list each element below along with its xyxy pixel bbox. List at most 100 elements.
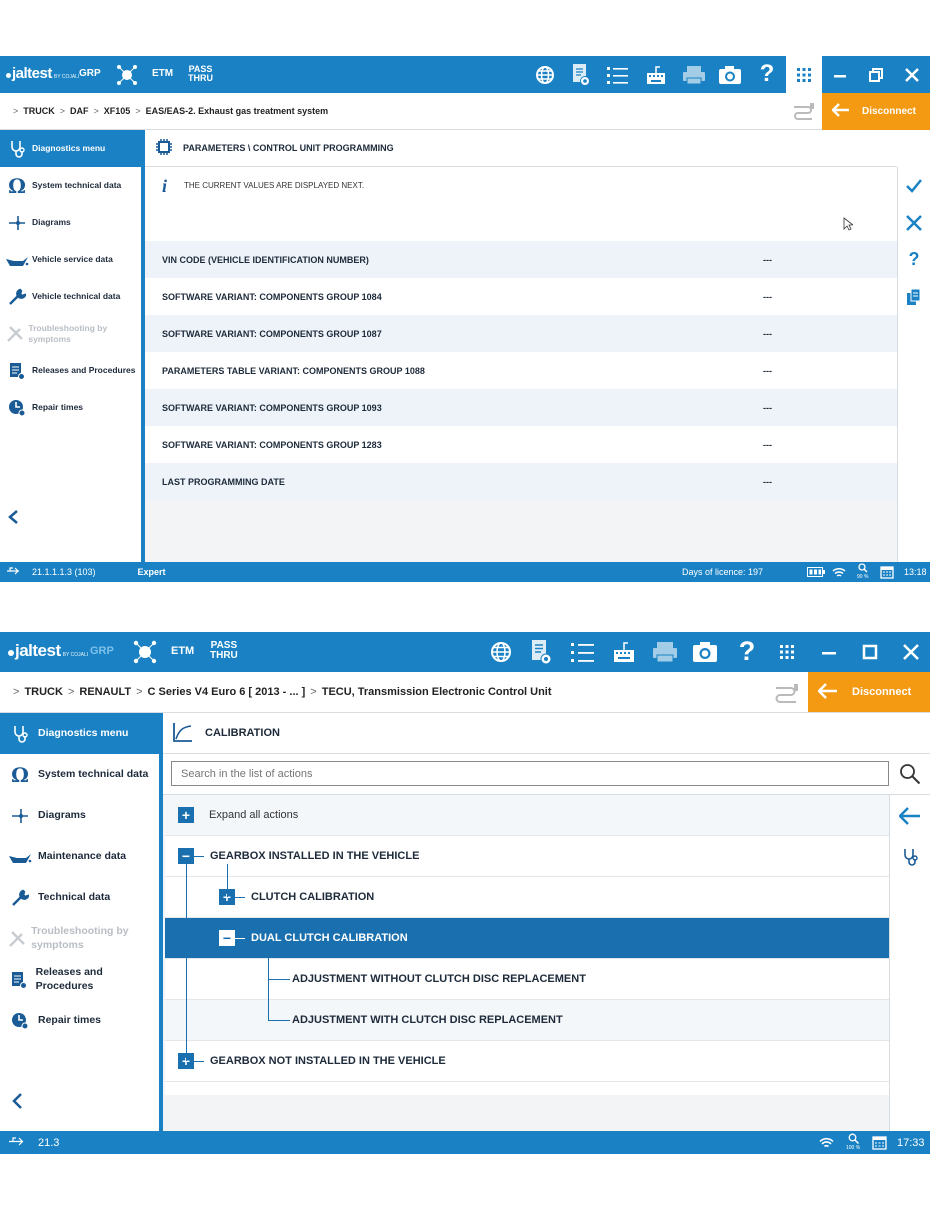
sidebar-item[interactable]: Maintenance data [0, 836, 159, 877]
expand-all-icon[interactable]: + [178, 807, 194, 823]
sidebar-item: Troubleshooting by symptoms [0, 315, 141, 352]
collapse-icon[interactable]: − [178, 848, 194, 864]
help-icon[interactable]: ? [898, 241, 930, 278]
jaltest-logo: jaltest BY COJALI [6, 65, 79, 82]
restore-icon[interactable] [858, 56, 894, 93]
sidebar-item[interactable]: Vehicle service data [0, 241, 141, 278]
camera-icon[interactable] [718, 64, 742, 86]
breadcrumb-item[interactable]: XF105 [104, 106, 131, 116]
tree-item-label: CLUTCH CALIBRATION [251, 891, 375, 903]
stethoscope-icon[interactable] [890, 836, 930, 877]
breadcrumb-item[interactable]: TRUCK [23, 106, 55, 116]
parameter-name: SOFTWARE VARIANT: COMPONENTS GROUP 1084 [162, 291, 382, 302]
sidebar-item[interactable]: Technical data [0, 877, 159, 918]
top-toolbar: jaltest BY COJALI GRP ETM PASS THRU ? [0, 56, 930, 93]
etm-button[interactable]: ETM [171, 646, 194, 657]
grp-button[interactable]: GRP [90, 646, 114, 657]
printer-icon[interactable] [651, 641, 679, 663]
calendar-icon[interactable] [872, 1135, 887, 1153]
document-view-icon[interactable] [570, 62, 592, 88]
globe-icon[interactable] [534, 64, 556, 86]
close-icon[interactable] [894, 56, 930, 93]
page-title: CALIBRATION [205, 727, 280, 739]
sidebar-item[interactable]: Repair times [0, 1000, 159, 1041]
breadcrumb-item[interactable]: C Series V4 Euro 6 [ 2013 - ... ] [148, 686, 306, 698]
apps-grid-icon[interactable] [767, 632, 808, 672]
calibration-curve-icon [173, 722, 193, 745]
minimize-icon[interactable] [808, 632, 849, 672]
sidebar-item-label: Maintenance data [38, 849, 127, 862]
pass-thru-button[interactable]: PASS THRU [188, 65, 213, 83]
parameter-row: SOFTWARE VARIANT: COMPONENTS GROUP 1093 -… [145, 389, 897, 426]
calendar-icon[interactable] [880, 565, 894, 581]
sidebar-item[interactable]: Releases and Procedures [0, 352, 141, 389]
actions-tree: + Expand all actions − GEARBOX INSTALLED … [165, 795, 890, 1095]
sidebar-item[interactable]: Diagrams [0, 795, 159, 836]
zoom-icon[interactable]: 100 % [846, 1133, 860, 1151]
search-input[interactable] [171, 761, 889, 786]
breadcrumb-item[interactable]: EAS/EAS-2. Exhaust gas treatment system [146, 106, 329, 116]
sidebar-item-label: Diagrams [32, 217, 71, 228]
diagram-icon [2, 214, 32, 232]
sidebar-item[interactable]: Diagnostics menu [0, 713, 159, 754]
disconnect-button[interactable]: Disconnect [822, 93, 930, 130]
sidebar-item[interactable]: Ω System technical data [0, 167, 141, 204]
sidebar-item[interactable]: Diagrams [0, 204, 141, 241]
tree-row[interactable]: + GEARBOX NOT INSTALLED IN THE VEHICLE [165, 1041, 890, 1082]
document-view-icon[interactable] [529, 638, 553, 666]
tree-row[interactable]: − DUAL CLUTCH CALIBRATION [165, 918, 890, 959]
help-icon[interactable]: ? [736, 636, 758, 666]
printer-icon[interactable] [681, 64, 707, 86]
breadcrumb-item[interactable]: TRUCK [24, 686, 63, 698]
zoom-icon[interactable]: 90 % [857, 563, 868, 580]
breadcrumb-item[interactable]: RENAULT [79, 686, 131, 698]
maximize-icon[interactable] [849, 632, 890, 672]
cancel-icon[interactable] [898, 204, 930, 241]
collapse-icon[interactable]: − [219, 930, 235, 946]
apps-grid-icon[interactable] [786, 56, 822, 93]
collapse-sidebar-icon[interactable] [12, 1093, 24, 1114]
expand-all-row[interactable]: + Expand all actions [165, 795, 890, 836]
breadcrumb-item[interactable]: DAF [70, 106, 89, 116]
sidebar-item[interactable]: Diagnostics menu [0, 130, 141, 167]
tree-row[interactable]: ADJUSTMENT WITH CLUTCH DISC REPLACEMENT [165, 1000, 890, 1041]
top-toolbar: jaltest BY COJALI GRP ETM PASS THRU ? [0, 632, 930, 672]
panel-header: PARAMETERS \ CONTROL UNIT PROGRAMMING [145, 130, 897, 167]
list-icon[interactable] [571, 641, 595, 663]
tree-row[interactable]: + CLUTCH CALIBRATION [165, 877, 890, 918]
sidebar-item[interactable]: Vehicle technical data [0, 278, 141, 315]
list-icon[interactable] [607, 64, 629, 86]
pass-thru-button[interactable]: PASS THRU [210, 641, 238, 661]
sidebar-item[interactable]: Repair times [0, 389, 141, 426]
sidebar-item-label: Vehicle technical data [32, 291, 121, 302]
sidebar-item[interactable]: Ω System technical data [0, 754, 159, 795]
copy-documents-icon[interactable] [898, 278, 930, 315]
tools-icon [2, 325, 28, 343]
tree-row[interactable]: − GEARBOX INSTALLED IN THE VEHICLE [165, 836, 890, 877]
back-arrow-icon[interactable] [890, 795, 930, 836]
parameter-value: --- [763, 402, 772, 413]
sidebar-item[interactable]: Releases and Procedures [0, 959, 159, 1000]
accept-icon[interactable] [898, 167, 930, 204]
tree-row[interactable]: ADJUSTMENT WITHOUT CLUTCH DISC REPLACEME… [165, 959, 890, 1000]
sidebar: Diagnostics menu Ω System technical data Di… [0, 130, 145, 562]
etm-button[interactable]: ETM [152, 69, 173, 79]
collapse-sidebar-icon[interactable] [8, 508, 20, 529]
close-icon[interactable] [890, 632, 930, 672]
help-icon[interactable]: ? [757, 60, 777, 88]
globe-icon[interactable] [490, 641, 512, 663]
grp-button[interactable]: GRP [79, 69, 101, 79]
tools-icon [2, 930, 31, 948]
disconnect-button[interactable]: Disconnect [808, 672, 930, 712]
minimize-icon[interactable] [822, 56, 858, 93]
camera-icon[interactable] [692, 641, 718, 663]
parameter-row: VIN CODE (VEHICLE IDENTIFICATION NUMBER)… [145, 241, 897, 278]
breadcrumb-item[interactable]: TECU, Transmission Electronic Control Un… [322, 686, 552, 698]
network-icon[interactable] [116, 64, 138, 86]
tree-connector [268, 979, 290, 980]
search-icon[interactable] [899, 763, 921, 790]
keyboard-icon[interactable] [645, 64, 667, 86]
sidebar-item-label: Repair times [38, 1013, 102, 1026]
network-icon[interactable] [133, 640, 157, 664]
keyboard-icon[interactable] [612, 640, 636, 664]
